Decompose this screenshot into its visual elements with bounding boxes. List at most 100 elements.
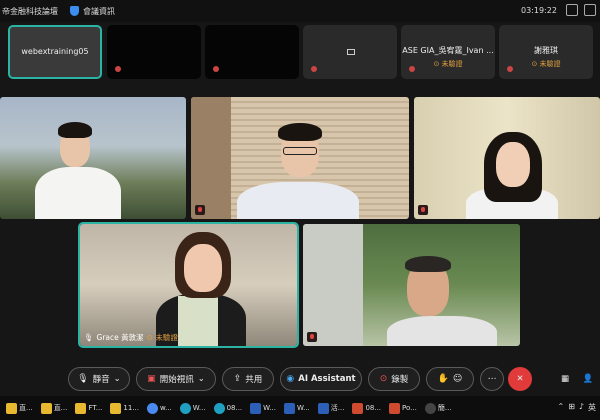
record-icon: ⊙	[379, 374, 388, 384]
leave-button[interactable]: ✕	[508, 367, 532, 391]
video-tile-grace[interactable]: 🎙 Grace 黃敦潔 ⊙ 未驗證	[78, 222, 299, 348]
folder-icon	[75, 402, 87, 414]
more-icon: ⋯	[487, 374, 497, 384]
taskbar-item[interactable]: W...	[248, 399, 278, 417]
strip-name: webextraining05	[21, 47, 89, 56]
meeting-controls: 🎙 靜音 ⌄ ▣ 開始視訊 ⌄ ⇪ 共用 ◉ AI Assistant ⊙ 錄製…	[0, 364, 600, 392]
start-video-button[interactable]: ▣ 開始視訊 ⌄	[136, 367, 216, 391]
muted-mic-icon	[113, 65, 122, 74]
close-icon: ✕	[516, 374, 524, 384]
meeting-info-link[interactable]: 會議資訊	[83, 6, 115, 17]
folder-icon	[6, 402, 17, 414]
word-icon	[250, 402, 262, 414]
title-bar: 帝金融科技論壇 會議資訊 03:19:22	[0, 0, 600, 22]
chevron-up-icon[interactable]: ⌃	[557, 402, 564, 413]
media-icon	[424, 402, 436, 414]
participant-hair	[278, 123, 322, 141]
participant-head	[496, 142, 530, 187]
muted-mic-icon	[211, 65, 220, 74]
taskbar-item[interactable]: 直...	[4, 399, 35, 417]
meeting-timer: 03:19:22	[521, 6, 557, 15]
participant-shirt	[178, 296, 218, 346]
strip-name: ASE GIA_吳宥霆_Ivan ...	[402, 46, 494, 55]
video-tile-participant-1[interactable]	[0, 97, 186, 219]
shield-icon[interactable]	[70, 6, 79, 16]
muted-mic-icon	[418, 205, 428, 215]
muted-mic-icon	[505, 65, 514, 74]
participant-body	[35, 167, 121, 219]
mic-icon: 🎙	[84, 333, 94, 342]
chevron-down-icon: ⌄	[113, 374, 121, 384]
unverified-label: ⊙ 未驗證	[146, 333, 178, 342]
grid-icon: ▦	[560, 374, 570, 384]
taskbar-item[interactable]: 簡...	[423, 399, 454, 417]
os-taskbar: 直... 直... FT... 11... w... W... 08... W.…	[0, 396, 600, 420]
layout-button[interactable]: ▦	[554, 367, 576, 391]
muted-mic-icon	[309, 65, 318, 74]
mic-icon: 🎙	[77, 374, 89, 384]
reactions-button[interactable]: ✋ ☺	[426, 367, 474, 391]
strip-tile-ase-gia[interactable]: ASE GIA_吳宥霆_Ivan ... ⊙ 未驗證	[401, 25, 495, 79]
chrome-icon	[147, 402, 158, 414]
muted-mic-icon	[195, 205, 205, 215]
powerpoint-icon	[352, 402, 364, 414]
video-off-icon: ▣	[147, 374, 156, 384]
video-tile-participant-5[interactable]	[303, 224, 520, 346]
taskbar-item[interactable]: 11...	[108, 399, 141, 417]
participant-name: Grace 黃敦潔	[96, 333, 144, 342]
participants-button[interactable]: 👤	[578, 367, 598, 391]
strip-tile[interactable]	[107, 25, 201, 79]
participant-nametag: 🎙 Grace 黃敦潔 ⊙ 未驗證	[84, 332, 178, 343]
taskbar-item[interactable]: 直...	[39, 399, 70, 417]
taskbar-item[interactable]: W...	[178, 399, 208, 417]
share-icon: ⇪	[233, 374, 242, 384]
strip-tile-webextraining05[interactable]: webextraining05	[8, 25, 102, 79]
powerpoint-icon	[389, 402, 401, 414]
network-icon[interactable]: ⊞	[568, 402, 575, 413]
webex-icon	[213, 402, 225, 414]
folder-icon	[40, 402, 52, 414]
more-options-button[interactable]: ⋯	[480, 367, 504, 391]
taskbar-item[interactable]: Po...	[387, 399, 419, 417]
meeting-title: 帝金融科技論壇	[2, 6, 58, 16]
taskbar-item[interactable]: 08...	[212, 399, 245, 417]
taskbar-item[interactable]: 活...	[316, 399, 347, 417]
taskbar-item[interactable]: w...	[145, 399, 174, 417]
record-button[interactable]: ⊙ 錄製	[368, 367, 420, 391]
word-icon	[317, 402, 329, 414]
window-frame	[303, 224, 363, 346]
raise-hand-icon: ✋	[437, 374, 449, 384]
strip-tile-screen[interactable]	[303, 25, 397, 79]
chevron-down-icon: ⌄	[197, 374, 205, 384]
language-indicator[interactable]: 英	[588, 402, 596, 413]
webex-icon	[179, 402, 191, 414]
strip-tile-xie[interactable]: 謝雅琪 ⊙ 未驗證	[499, 25, 593, 79]
ai-icon: ◉	[286, 374, 295, 384]
muted-mic-icon	[307, 332, 317, 342]
participant-body	[237, 182, 359, 219]
mute-button[interactable]: 🎙 靜音 ⌄	[68, 367, 130, 391]
participants-icon: 👤	[582, 374, 594, 384]
participant-hair	[405, 256, 451, 272]
taskbar-item[interactable]: 08...	[350, 399, 383, 417]
window-icon[interactable]	[584, 4, 596, 16]
taskbar-item[interactable]: FT...	[73, 399, 104, 417]
smiley-icon: ☺	[452, 374, 463, 384]
strip-name: 謝雅琪	[534, 46, 558, 55]
glasses	[283, 147, 317, 155]
screen-share-icon	[347, 49, 355, 55]
word-icon	[283, 402, 295, 414]
share-button[interactable]: ⇪ 共用	[222, 367, 274, 391]
video-tile-participant-3[interactable]	[414, 97, 600, 219]
ai-assistant-button[interactable]: ◉ AI Assistant	[280, 367, 362, 391]
wall-shadow	[191, 97, 231, 219]
taskbar-item[interactable]: W...	[282, 399, 312, 417]
participant-body	[387, 316, 497, 346]
strip-tile[interactable]	[205, 25, 299, 79]
layout-icon[interactable]	[566, 4, 578, 16]
folder-icon	[110, 402, 122, 414]
video-tile-participant-2[interactable]	[191, 97, 409, 219]
participant-hair	[58, 122, 92, 138]
volume-icon[interactable]: ♪	[579, 402, 584, 413]
system-tray: ⌃ ⊞ ♪ 英	[557, 402, 596, 413]
